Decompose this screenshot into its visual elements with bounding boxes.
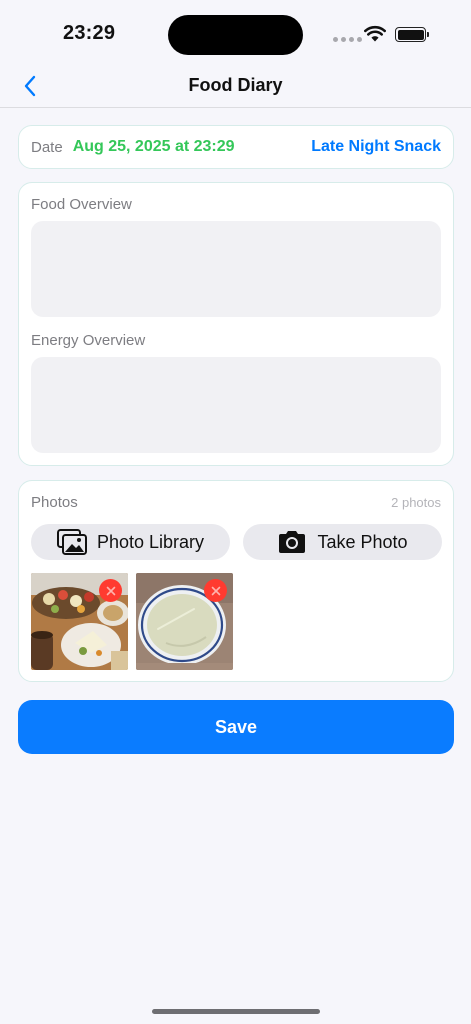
photos-label: Photos (31, 494, 78, 511)
page-title: Food Diary (188, 75, 283, 95)
overview-card: Food Overview Energy Overview (18, 182, 454, 466)
delete-photo-2-button[interactable] (204, 579, 227, 602)
date-label: Date (31, 138, 63, 156)
meal-type-selector[interactable]: Late Night Snack (311, 138, 441, 156)
status-bar: 23:29 (0, 0, 471, 64)
navigation-bar: Food Diary (0, 64, 471, 108)
food-overview-input[interactable] (31, 221, 441, 317)
save-button[interactable]: Save (18, 700, 454, 754)
dynamic-island (168, 15, 303, 55)
delete-x-icon (106, 586, 115, 595)
energy-overview-label: Energy Overview (31, 332, 146, 349)
wifi-icon (364, 25, 386, 42)
date-card: Date Aug 25, 2025 at 23:29 Late Night Sn… (18, 125, 454, 169)
delete-x-icon (211, 586, 220, 595)
take-photo-button[interactable]: Take Photo (243, 524, 442, 560)
photos-card: Photos 2 photos Photo Library Take Photo (18, 480, 454, 682)
camera-icon (277, 530, 307, 554)
cellular-signal-icon (333, 37, 362, 42)
photo-count: 2 photos (391, 495, 441, 510)
food-overview-label: Food Overview (31, 196, 132, 213)
photo-library-label: Photo Library (96, 531, 205, 552)
home-indicator[interactable] (152, 1009, 320, 1014)
photo-library-icon (56, 529, 87, 555)
battery-icon (395, 27, 426, 42)
energy-overview-input[interactable] (31, 357, 441, 453)
photo-thumbnail-2[interactable] (136, 573, 233, 670)
delete-photo-1-button[interactable] (99, 579, 122, 602)
battery-cap (427, 32, 429, 37)
date-picker[interactable]: Aug 25, 2025 at 23:29 (73, 138, 235, 156)
food-diary-screen: 23:29 Food Diary Date Aug 25, 2025 at 23… (0, 0, 471, 1024)
take-photo-label: Take Photo (317, 531, 408, 552)
status-time: 23:29 (63, 22, 116, 44)
photo-library-button[interactable]: Photo Library (31, 524, 230, 560)
photo-thumbnail-1[interactable] (31, 573, 128, 670)
